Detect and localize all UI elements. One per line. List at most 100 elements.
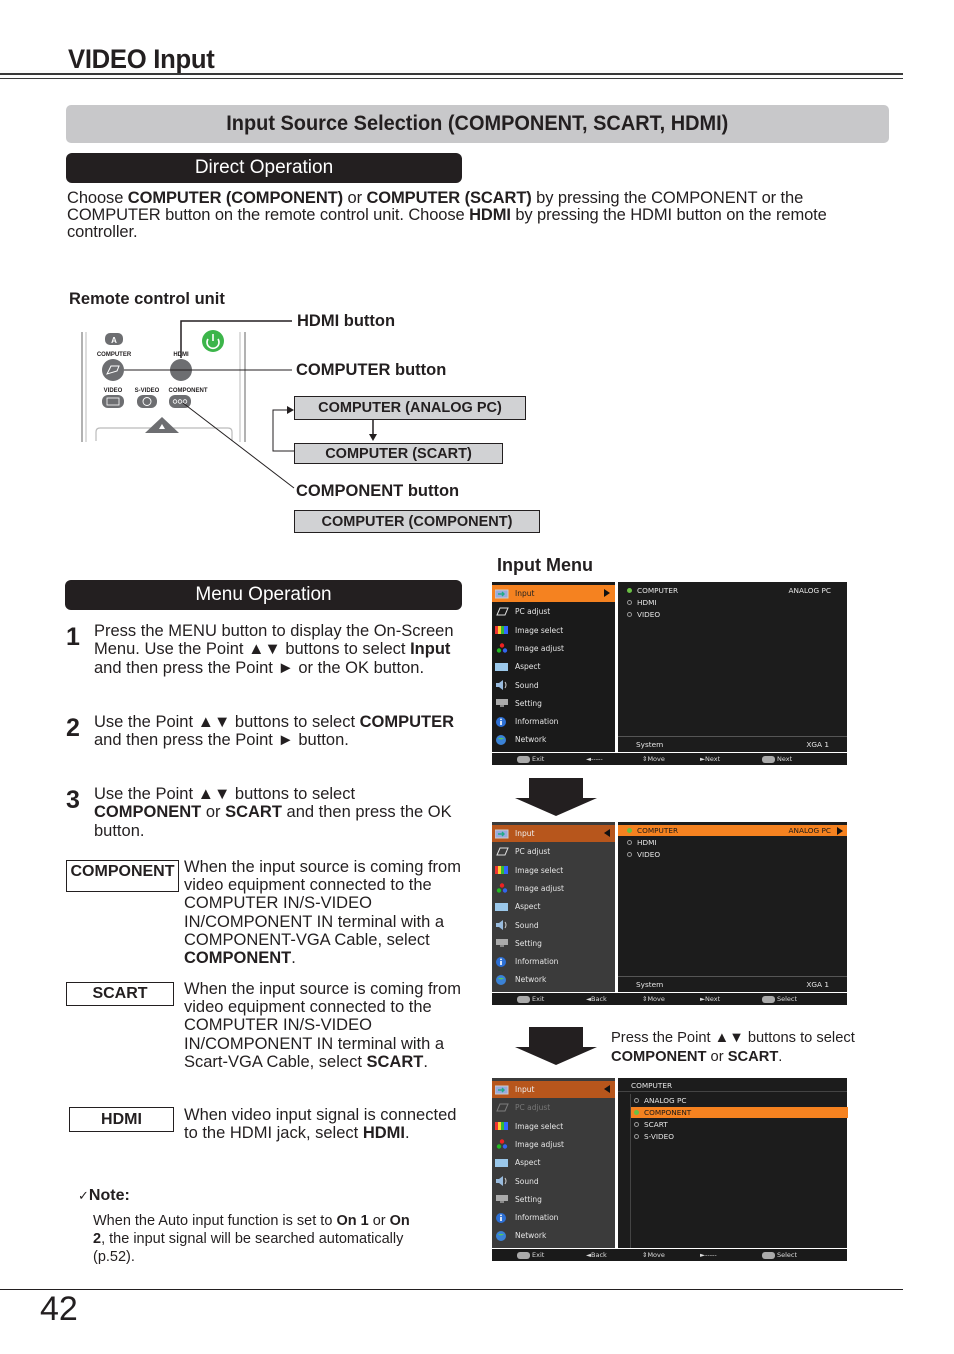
- osd-menu-item[interactable]: Sound: [492, 677, 615, 694]
- step-text-bold: SCART: [225, 803, 282, 822]
- osd-menu-item-label: Setting: [515, 938, 542, 948]
- ok-key-icon: [762, 755, 775, 763]
- step-number: 3: [66, 786, 80, 814]
- osd-menu-item[interactable]: PC adjust: [492, 1099, 615, 1116]
- osd-menu-item-label: Input: [515, 829, 535, 838]
- footer-hint: Select: [777, 995, 798, 1003]
- osd-input-row[interactable]: COMPUTER ANALOG PC: [618, 825, 847, 836]
- osd-main-menu: Input PC adjust Image select Image adjust As…: [492, 822, 615, 992]
- osd-menu-item[interactable]: Image adjust: [492, 880, 615, 897]
- osd-menu-item[interactable]: Information: [492, 953, 615, 970]
- osd-source-label: COMPONENT: [644, 1108, 692, 1117]
- component-key-label: COMPONENT: [169, 388, 208, 394]
- caption-text: or: [706, 1048, 728, 1065]
- mode-analog-pc: COMPUTER (ANALOG PC): [294, 396, 526, 420]
- unselected-dot-icon: [634, 1134, 639, 1139]
- checkmark-icon: ✓: [78, 1188, 89, 1203]
- osd-menu-item[interactable]: Input: [492, 825, 615, 842]
- footer-hint: Exit: [532, 755, 545, 763]
- osd-menu-item[interactable]: Network: [492, 971, 615, 988]
- step-text-part: and then press the Point ► or the OK but…: [94, 658, 425, 677]
- osd-menu-item[interactable]: Sound: [492, 917, 615, 934]
- osd-menu-item[interactable]: Input: [492, 1081, 615, 1098]
- osd-menu-item-label: Image select: [515, 625, 564, 635]
- osd-menu-item-label: PC adjust: [515, 1103, 551, 1113]
- osd-input-row[interactable]: HDMI: [618, 597, 847, 608]
- pc-adjust-icon: [495, 1102, 509, 1113]
- page-number: 42: [40, 1290, 78, 1328]
- osd-input-label: VIDEO: [637, 610, 661, 619]
- osd-menu-item[interactable]: Image adjust: [492, 1136, 615, 1153]
- option-text: When the input source is coming from vid…: [184, 858, 461, 949]
- network-icon: [495, 974, 509, 985]
- hdmi-button: [170, 359, 192, 381]
- osd-system-row: System XGA 1: [618, 736, 847, 752]
- osd-source-row[interactable]: S-VIDEO: [631, 1131, 848, 1142]
- mode-component: COMPUTER (COMPONENT): [294, 510, 540, 533]
- osd-input-row[interactable]: VIDEO: [618, 849, 847, 860]
- osd-input-label: COMPUTER: [637, 586, 679, 595]
- osd-input-row[interactable]: COMPUTER ANALOG PC: [618, 585, 847, 596]
- information-icon: [495, 956, 509, 967]
- osd-menu-item[interactable]: Image select: [492, 862, 615, 879]
- footer-hint: ◄Back: [586, 995, 607, 1003]
- osd-menu-item[interactable]: Aspect: [492, 658, 615, 675]
- osd-menu-item[interactable]: Input: [492, 585, 615, 602]
- option-text: .: [404, 1124, 410, 1143]
- osd-input-label: HDMI: [637, 598, 657, 607]
- osd-menu-item-label: Information: [515, 957, 559, 967]
- laptop-icon: [106, 365, 120, 375]
- osd-menu-item-label: Sound: [515, 920, 539, 930]
- hdmi-key-label: HDMI: [173, 352, 189, 358]
- osd-source-row[interactable]: ANALOG PC: [631, 1095, 848, 1106]
- unselected-dot-icon: [634, 1122, 639, 1127]
- unselected-dot-icon: [627, 852, 632, 857]
- pc-adjust-icon: [495, 846, 509, 857]
- step-number: 1: [66, 623, 80, 651]
- osd-input-row[interactable]: VIDEO: [618, 609, 847, 620]
- osd-menu-item[interactable]: Sound: [492, 1173, 615, 1190]
- osd-menu-item[interactable]: Setting: [492, 935, 615, 952]
- osd-menu-item-label: Image adjust: [515, 1139, 564, 1149]
- unselected-dot-icon: [627, 600, 632, 605]
- osd-system-label: System: [636, 740, 664, 749]
- osd-menu-item[interactable]: Image select: [492, 622, 615, 639]
- footer-hint: Next: [777, 755, 793, 763]
- osd-menu-item[interactable]: Setting: [492, 695, 615, 712]
- osd-menu-item[interactable]: PC adjust: [492, 603, 615, 620]
- osd-menu-item[interactable]: Network: [492, 1227, 615, 1244]
- osd-menu-item[interactable]: PC adjust: [492, 843, 615, 860]
- osd-menu-item-label: Information: [515, 1213, 559, 1223]
- option-component-description: When the input source is coming from vid…: [184, 858, 469, 967]
- osd-menu-item[interactable]: Setting: [492, 1191, 615, 1208]
- osd-menu-item[interactable]: Information: [492, 713, 615, 730]
- osd-input-label: HDMI: [637, 838, 657, 847]
- footer-hint: ◄-----: [586, 755, 603, 763]
- computer-button-callout: COMPUTER button: [296, 361, 447, 379]
- network-icon: [495, 734, 509, 745]
- osd-menu-item[interactable]: Network: [492, 731, 615, 748]
- osd-input-row[interactable]: HDMI: [618, 837, 847, 848]
- osd-input-label: COMPUTER: [637, 826, 679, 835]
- cycle-return-line: [272, 409, 294, 452]
- step-text-part: Use the Point ▲▼ buttons to select: [94, 713, 360, 731]
- osd-input-value: ANALOG PC: [788, 826, 831, 835]
- osd-source-row[interactable]: SCART: [631, 1119, 848, 1130]
- arrow-right-icon: [287, 406, 294, 414]
- osd-menu-item[interactable]: Aspect: [492, 898, 615, 915]
- osd-menu-item-label: Setting: [515, 1194, 542, 1204]
- osd-menu-item[interactable]: Aspect: [492, 1154, 615, 1171]
- osd-source-row[interactable]: COMPONENT: [631, 1107, 848, 1118]
- section-title: Input Source Selection (COMPONENT, SCART…: [226, 112, 729, 135]
- osd-menu-item[interactable]: Image adjust: [492, 640, 615, 657]
- sound-icon: [495, 920, 509, 931]
- osd-screen-2: Input PC adjust Image select Image adjust As…: [492, 822, 847, 1005]
- osd-menu-item[interactable]: Information: [492, 1209, 615, 1226]
- osd-submenu-title: COMPUTER: [618, 1081, 847, 1092]
- osd-computer-submenu: COMPUTER ANALOG PC COMPONENT SCART S-VID…: [618, 1078, 848, 1248]
- osd-menu-item-label: PC adjust: [515, 607, 551, 617]
- osd-menu-item[interactable]: Image select: [492, 1118, 615, 1135]
- step-text: Press the MENU button to display the On-…: [94, 622, 464, 677]
- osd-footer: Exit ◄Back ⇕Move ►Next Select: [492, 993, 847, 1005]
- osd-input-label: VIDEO: [637, 850, 661, 859]
